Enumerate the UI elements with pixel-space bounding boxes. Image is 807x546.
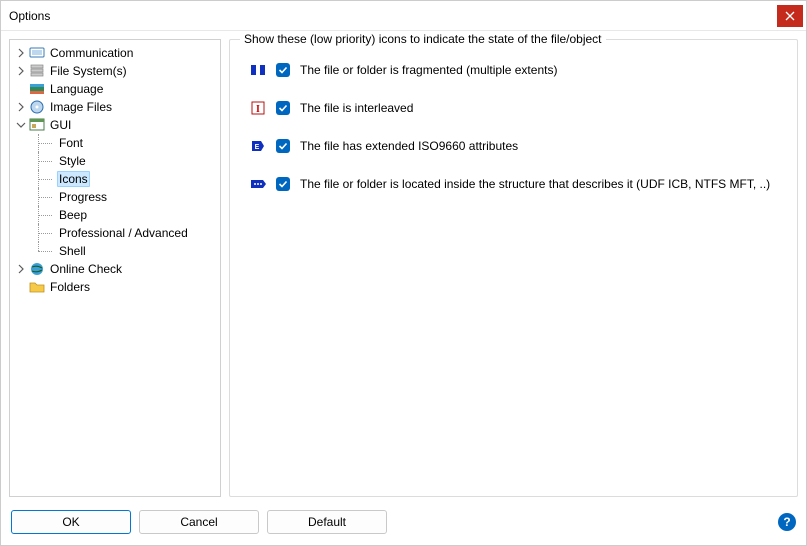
tree-item-font[interactable]: Font	[10, 134, 220, 152]
tree-label: Style	[57, 154, 88, 168]
language-icon	[29, 81, 45, 97]
ok-button[interactable]: OK	[11, 510, 131, 534]
checkbox-inside-structure[interactable]	[276, 177, 290, 191]
tree-label: Beep	[57, 208, 89, 222]
tree-item-language[interactable]: Language	[10, 80, 220, 98]
expander-empty	[14, 82, 28, 96]
tree-item-onlinecheck[interactable]: Online Check	[10, 260, 220, 278]
filesystem-icon	[29, 63, 45, 79]
communication-icon	[29, 45, 45, 61]
button-label: Cancel	[180, 515, 217, 529]
chevron-down-icon[interactable]	[14, 118, 28, 132]
svg-text:E: E	[255, 144, 260, 151]
tree-item-style[interactable]: Style	[10, 152, 220, 170]
tree-connector	[32, 134, 56, 152]
tree-item-beep[interactable]: Beep	[10, 206, 220, 224]
option-inside-structure: The file or folder is located inside the…	[250, 176, 783, 192]
tree-item-professional[interactable]: Professional / Advanced	[10, 224, 220, 242]
gui-icon	[29, 117, 45, 133]
check-icon	[278, 103, 288, 113]
iso9660-icon: E	[250, 138, 266, 154]
tree-label: File System(s)	[48, 64, 129, 78]
cancel-button[interactable]: Cancel	[139, 510, 259, 534]
tree-item-communication[interactable]: Communication	[10, 44, 220, 62]
check-icon	[278, 141, 288, 151]
checkbox-iso9660[interactable]	[276, 139, 290, 153]
dialog-body: Communication File System(s) Language Im…	[1, 31, 806, 505]
nav-tree[interactable]: Communication File System(s) Language Im…	[9, 39, 221, 497]
options-panel: Show these (low priority) icons to indic…	[229, 39, 798, 497]
tree-label: Image Files	[48, 100, 114, 114]
checkbox-interleaved[interactable]	[276, 101, 290, 115]
tree-item-progress[interactable]: Progress	[10, 188, 220, 206]
button-label: Default	[308, 515, 346, 529]
checkbox-fragmented[interactable]	[276, 63, 290, 77]
window-title: Options	[9, 9, 50, 23]
inside-icon	[250, 176, 266, 192]
chevron-right-icon[interactable]	[14, 100, 28, 114]
options-window: Options Communication File System(s)	[0, 0, 807, 546]
dialog-footer: OK Cancel Default ?	[1, 505, 806, 545]
chevron-right-icon[interactable]	[14, 64, 28, 78]
tree-item-imagefiles[interactable]: Image Files	[10, 98, 220, 116]
interleaved-icon: I	[250, 100, 266, 116]
tree-label: Professional / Advanced	[57, 226, 190, 240]
close-button[interactable]	[777, 5, 803, 27]
option-iso9660: E The file has extended ISO9660 attribut…	[250, 138, 783, 154]
expander-empty	[14, 280, 28, 294]
tree-item-filesystems[interactable]: File System(s)	[10, 62, 220, 80]
close-icon	[785, 11, 795, 21]
tree-item-folders[interactable]: Folders	[10, 278, 220, 296]
tree-item-icons[interactable]: Icons	[10, 170, 220, 188]
chevron-right-icon[interactable]	[14, 46, 28, 60]
tree-label: Online Check	[48, 262, 124, 276]
tree-connector	[32, 188, 56, 206]
svg-text:I: I	[256, 104, 260, 115]
tree-label: Progress	[57, 190, 109, 204]
tree-connector	[32, 170, 56, 188]
check-icon	[278, 179, 288, 189]
globe-icon	[29, 261, 45, 277]
option-interleaved: I The file is interleaved	[250, 100, 783, 116]
help-button[interactable]: ?	[778, 513, 796, 531]
folder-icon	[29, 279, 45, 295]
default-button[interactable]: Default	[267, 510, 387, 534]
option-fragmented: The file or folder is fragmented (multip…	[250, 62, 783, 78]
tree-connector	[32, 224, 56, 242]
tree-label: Icons	[57, 171, 90, 187]
option-label: The file or folder is fragmented (multip…	[300, 63, 557, 77]
tree-connector	[32, 206, 56, 224]
tree-label: Language	[48, 82, 105, 96]
panel-legend: Show these (low priority) icons to indic…	[240, 32, 606, 46]
titlebar: Options	[1, 1, 806, 31]
tree-item-gui[interactable]: GUI	[10, 116, 220, 134]
check-icon	[278, 65, 288, 75]
tree-item-shell[interactable]: Shell	[10, 242, 220, 260]
tree-connector	[32, 242, 56, 260]
button-label: OK	[62, 515, 79, 529]
tree-label: Font	[57, 136, 85, 150]
disc-icon	[29, 99, 45, 115]
tree-label: GUI	[48, 118, 73, 132]
fragmented-icon	[250, 62, 266, 78]
chevron-right-icon[interactable]	[14, 262, 28, 276]
tree-label: Shell	[57, 244, 88, 258]
tree-label: Communication	[48, 46, 135, 60]
option-label: The file or folder is located inside the…	[300, 177, 770, 191]
tree-label: Folders	[48, 280, 92, 294]
option-label: The file has extended ISO9660 attributes	[300, 139, 518, 153]
option-label: The file is interleaved	[300, 101, 413, 115]
tree-connector	[32, 152, 56, 170]
help-icon: ?	[783, 515, 790, 529]
